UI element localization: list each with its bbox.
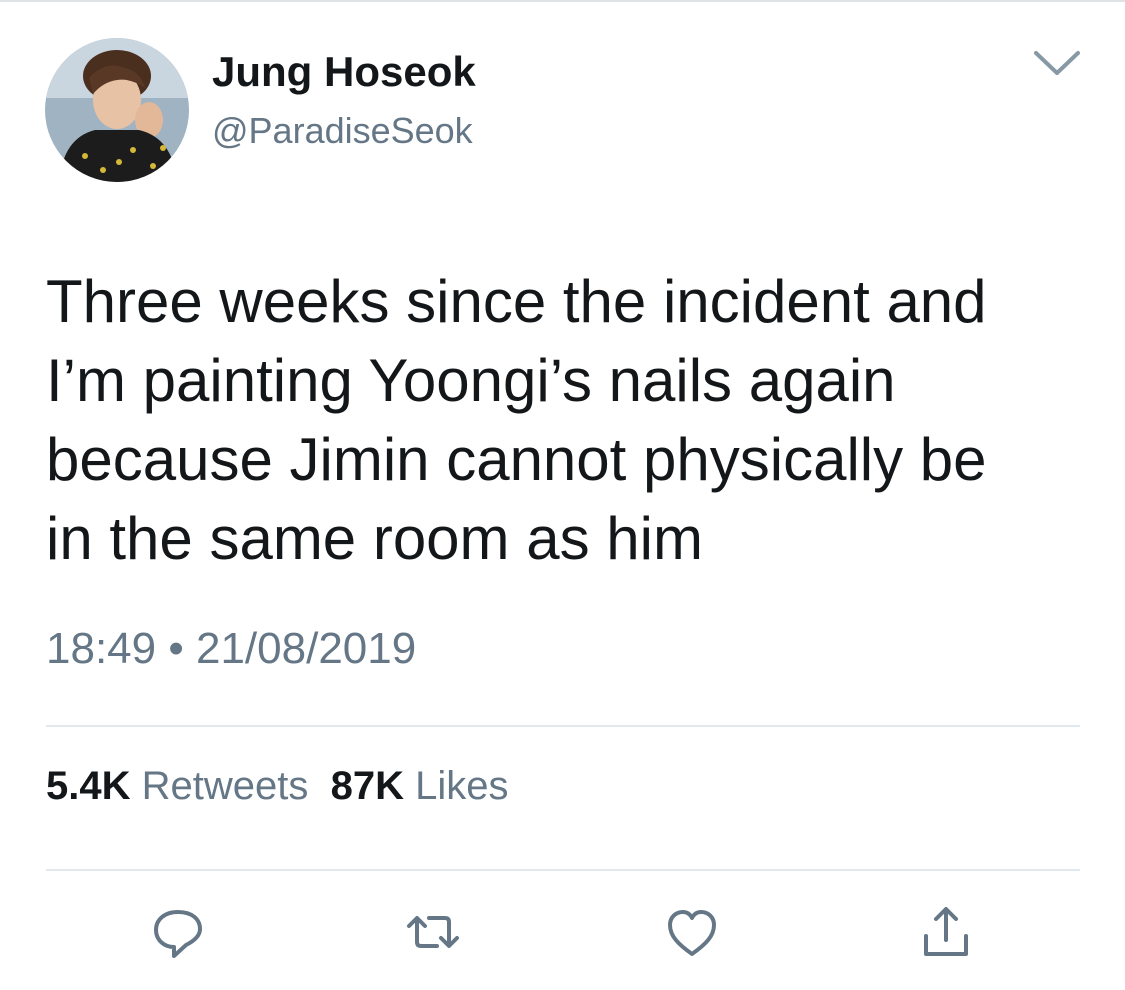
retweets-stat[interactable]: 5.4K Retweets — [46, 764, 308, 808]
tweet-time: 18:49 — [46, 624, 157, 673]
tweet-timestamp: 18:49 • 21/08/2019 — [46, 624, 416, 674]
author-name[interactable]: Jung Hoseok — [212, 48, 476, 96]
top-divider — [0, 0, 1125, 2]
tweet-date: 21/08/2019 — [195, 624, 417, 673]
avatar-image — [45, 38, 189, 182]
likes-label: Likes — [415, 764, 509, 808]
divider — [46, 869, 1080, 871]
likes-count: 87K — [330, 764, 404, 808]
retweet-icon[interactable] — [405, 904, 461, 960]
retweets-label: Retweets — [141, 764, 309, 808]
reply-icon[interactable] — [150, 904, 206, 960]
share-icon[interactable] — [918, 904, 974, 960]
author-handle[interactable]: @ParadiseSeok — [212, 110, 473, 152]
avatar[interactable] — [45, 38, 189, 182]
likes-stat[interactable]: 87K Likes — [331, 764, 509, 808]
tweet-text: Three weeks since the incident and I’m p… — [46, 268, 987, 572]
divider — [46, 725, 1080, 727]
chevron-down-icon[interactable] — [1032, 48, 1082, 78]
tweet-stats: 5.4K Retweets 87K Likes — [46, 764, 509, 809]
timestamp-separator: • — [168, 624, 184, 673]
retweets-count: 5.4K — [46, 764, 131, 808]
heart-icon[interactable] — [664, 904, 720, 960]
